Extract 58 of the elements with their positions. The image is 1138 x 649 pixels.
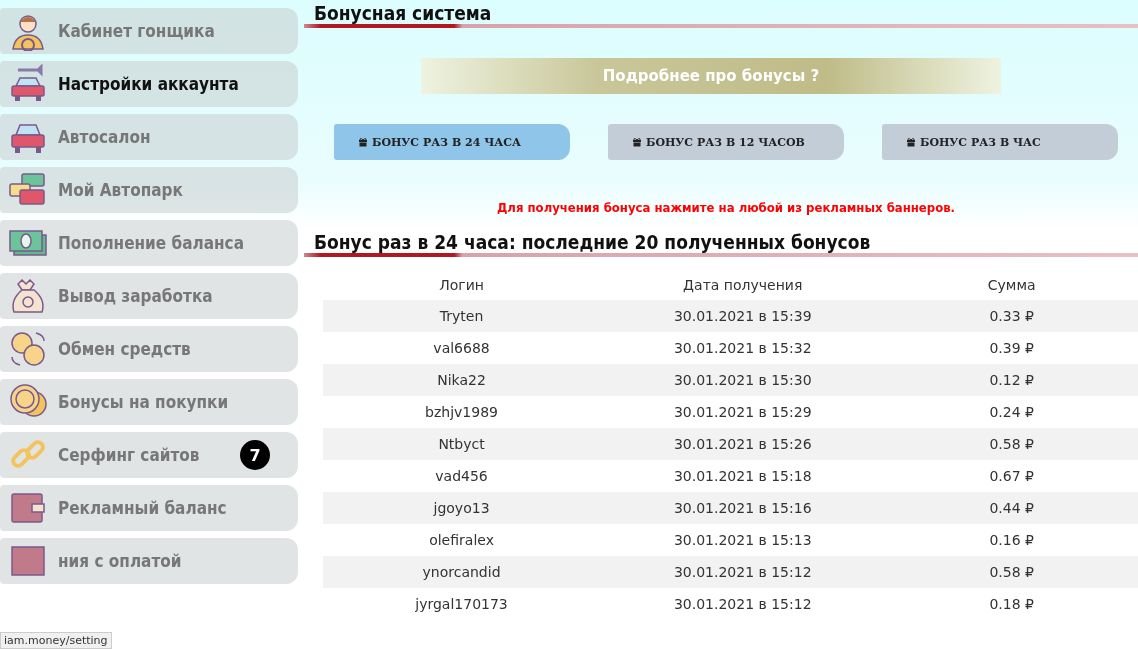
bonus-tab[interactable]: БОНУС РАЗ В ЧАС: [882, 124, 1118, 160]
table-cell: 0.18 ₽: [885, 588, 1138, 620]
table-cell: 0.39 ₽: [885, 332, 1138, 364]
table-cell: 30.01.2021 в 15:18: [600, 460, 886, 492]
table-cell: vad456: [323, 460, 601, 492]
table-cell: 0.16 ₽: [885, 524, 1138, 556]
table-cell: ynorcandid: [323, 556, 601, 588]
section-heading: Бонус раз в 24 часа: последние 20 полученных бонусов: [314, 231, 872, 253]
sidebar-item[interactable]: Настройки аккаунта: [0, 61, 298, 107]
table-cell: 30.01.2021 в 15:13: [600, 524, 886, 556]
sidebar-item[interactable]: Мой Автопарк: [0, 167, 298, 213]
table-cell: 30.01.2021 в 15:16: [600, 492, 886, 524]
table-cell: 30.01.2021 в 15:29: [600, 396, 886, 428]
table-cell: 0.33 ₽: [885, 300, 1138, 332]
sidebar-item[interactable]: Бонусы на покупки: [0, 379, 298, 425]
gift-icon: [632, 137, 642, 147]
bonus-tab[interactable]: БОНУС РАЗ В 12 ЧАСОВ: [608, 124, 844, 160]
table-cell: jgoyo13: [323, 492, 601, 524]
table-cell: 30.01.2021 в 15:39: [600, 300, 886, 332]
table-cell: olefiralex: [323, 524, 601, 556]
table-cell: 30.01.2021 в 15:32: [600, 332, 886, 364]
notice-text: Для получения бонуса нажмите на любой из рекламных баннеров.: [495, 200, 957, 215]
sidebar-item[interactable]: Кабинет гонщика: [0, 8, 298, 54]
wrench-car-icon: [8, 64, 48, 104]
table-cell: 0.58 ₽: [885, 428, 1138, 460]
sidebar-item[interactable]: Вывод заработка: [0, 273, 298, 319]
table-cell: Nika22: [323, 364, 601, 396]
table-cell: 30.01.2021 в 15:12: [600, 556, 886, 588]
table-cell: 0.44 ₽: [885, 492, 1138, 524]
table-cell: jyrgal170173: [323, 588, 601, 620]
table-cell: bzhjv1989: [323, 396, 601, 428]
table-cell: 30.01.2021 в 15:12: [600, 588, 886, 620]
column-header: Логин: [323, 269, 601, 300]
bonus-tab[interactable]: БОНУС РАЗ В 24 ЧАСА: [334, 124, 570, 160]
sidebar-item[interactable]: Автосалон: [0, 114, 298, 160]
sidebar-item[interactable]: Обмен средств: [0, 326, 298, 372]
table-cell: 30.01.2021 в 15:26: [600, 428, 886, 460]
sidebar-item[interactable]: Рекламный баланс: [0, 485, 298, 531]
column-header: Сумма: [885, 269, 1138, 300]
table-cell: 0.67 ₽: [885, 460, 1138, 492]
column-header: Дата получения: [600, 269, 886, 300]
table-cell: 30.01.2021 в 15:30: [600, 364, 886, 396]
table-cell: val6688: [323, 332, 601, 364]
section-heading: Бонусная система: [314, 1, 493, 24]
table-cell: 0.58 ₽: [885, 556, 1138, 588]
count-badge: 7: [240, 440, 270, 470]
sidebar-item[interactable]: Пополнение баланса: [0, 220, 298, 266]
url-tooltip: iam.money/setting: [0, 632, 112, 649]
table-cell: 0.24 ₽: [885, 396, 1138, 428]
info-link-banner[interactable]: Подробнее про бонусы ?: [421, 58, 1001, 94]
table-cell: Ntbyct: [323, 428, 601, 460]
table-cell: Tryten: [323, 300, 601, 332]
sidebar-item[interactable]: ния с оплатой: [0, 538, 298, 584]
table-cell: 0.12 ₽: [885, 364, 1138, 396]
sidebar-item[interactable]: Серфинг сайтов 7: [0, 432, 298, 478]
gift-icon: [358, 137, 368, 147]
coin-exchange-icon: [8, 329, 48, 369]
gift-icon: [906, 137, 916, 147]
